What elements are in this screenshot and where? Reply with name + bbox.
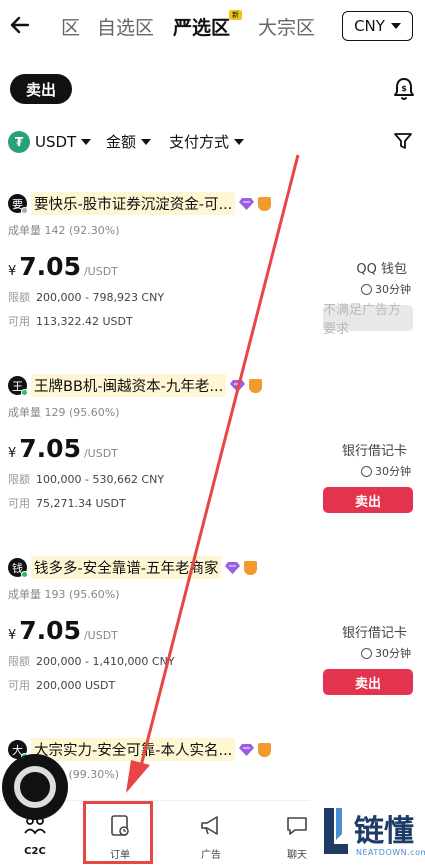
diamond-icon xyxy=(239,198,255,210)
available-amount: 可用 75,271.34 USDT xyxy=(8,497,126,510)
nav-ads-label: 广告 xyxy=(201,850,221,861)
back-arrow-icon[interactable] xyxy=(8,12,34,38)
chevron-down-icon xyxy=(141,138,152,145)
payment-method: 银行借记卡 xyxy=(341,444,407,459)
chat-icon xyxy=(287,817,307,835)
order-stats: 成单量 129 (95.60%) xyxy=(8,406,120,419)
price: ¥ 7.05 /USDT xyxy=(8,434,118,463)
coin-filter[interactable]: ₮ USDT xyxy=(8,131,92,153)
nav-c2c-label: C2C xyxy=(24,846,46,857)
funnel-icon[interactable] xyxy=(393,131,413,151)
avatar: 王 xyxy=(8,376,28,396)
payment-filter[interactable]: 支付方式 xyxy=(169,131,245,152)
top-nav: 区 自选区 严选区 新 大宗区 CNY xyxy=(0,0,425,52)
clock-icon xyxy=(361,465,372,477)
merchant-info[interactable]: 钱 钱多多-安全靠谱-五年老商家 xyxy=(8,556,258,579)
avatar: 要 xyxy=(8,194,28,214)
payment-method: QQ 钱包 xyxy=(356,262,407,277)
filter-bar: ₮ USDT 金额 支付方式 xyxy=(0,128,425,156)
order-stats: 成单量 193 (95.60%) xyxy=(8,588,120,601)
bell-icon[interactable]: $ xyxy=(392,76,416,102)
new-badge: 新 xyxy=(229,10,242,20)
sell-button[interactable]: 卖出 xyxy=(323,487,413,513)
amount-filter-label: 金额 xyxy=(106,133,137,151)
price: ¥ 7.05 /USDT xyxy=(8,616,118,645)
sell-button[interactable]: 卖出 xyxy=(323,669,413,695)
diamond-icon xyxy=(230,380,246,392)
avatar: 钱 xyxy=(8,558,28,578)
shield-icon xyxy=(258,742,272,757)
ineligible-button: 不满足广告方要求 xyxy=(323,303,413,337)
payment-time: 30分钟 xyxy=(361,463,411,479)
megaphone-icon xyxy=(201,816,218,835)
listing-card[interactable]: 钱 钱多多-安全靠谱-五年老商家 成单量 193 (95.60%) ¥ 7.05… xyxy=(0,556,425,716)
watermark-subtext: NEATDOWN.com xyxy=(356,848,425,857)
listing-card[interactable]: 要 要快乐-股市证券沉淀资金-可... 成单量 142 (92.30%) ¥ 7… xyxy=(0,192,425,352)
limit-range: 限额 200,000 - 798,923 CNY xyxy=(8,291,165,304)
merchant-info[interactable]: 王 王牌BB机-闽越资本-九年老... xyxy=(8,374,263,397)
shield-icon xyxy=(258,196,272,211)
chevron-down-icon xyxy=(81,139,92,145)
merchant-name: 大宗实力-安全可靠-本人实名... xyxy=(31,738,236,761)
svg-text:$: $ xyxy=(401,84,407,93)
watermark-logo-icon xyxy=(324,808,348,854)
sell-mode-button[interactable]: 卖出 xyxy=(10,74,72,104)
coin-filter-label: USDT xyxy=(35,133,77,151)
watermark-text: 链懂 xyxy=(354,814,414,849)
watermark: 链懂 NEATDOWN.com xyxy=(310,796,425,867)
payment-filter-label: 支付方式 xyxy=(169,133,230,151)
tether-icon: ₮ xyxy=(8,131,30,153)
limit-range: 限额 200,000 - 1,410,000 CNY xyxy=(8,655,175,668)
merchant-name: 钱多多-安全靠谱-五年老商家 xyxy=(31,556,222,579)
merchant-name: 王牌BB机-闽越资本-九年老... xyxy=(31,374,227,397)
merchant-name: 要快乐-股市证券沉淀资金-可... xyxy=(31,192,236,215)
tab-partial[interactable]: 区 xyxy=(61,13,80,40)
payment-time: 30分钟 xyxy=(361,281,411,297)
shield-icon xyxy=(249,378,263,393)
currency-select[interactable]: CNY xyxy=(342,11,413,41)
currency-value: CNY xyxy=(354,17,385,35)
payment-method: 银行借记卡 xyxy=(341,626,407,641)
clock-icon xyxy=(361,283,372,295)
available-amount: 可用 200,000 USDT xyxy=(8,679,116,692)
nav-ads[interactable]: 广告 xyxy=(176,813,246,861)
annotation-highlight-box xyxy=(83,801,153,864)
order-stats: 成单量 142 (92.30%) xyxy=(8,224,120,237)
chevron-down-icon xyxy=(390,23,401,29)
merchant-info[interactable]: 要 要快乐-股市证券沉淀资金-可... xyxy=(8,192,272,215)
limit-range: 限额 100,000 - 530,662 CNY xyxy=(8,473,165,486)
ring-icon xyxy=(14,766,56,808)
diamond-icon xyxy=(225,562,241,574)
shield-icon xyxy=(244,560,258,575)
tab-watchlist[interactable]: 自选区 xyxy=(97,13,154,40)
listing-card[interactable]: 王 王牌BB机-闽越资本-九年老... 成单量 129 (95.60%) ¥ 7… xyxy=(0,374,425,534)
floating-assistive-button[interactable] xyxy=(2,754,68,820)
price-value: 7.05 xyxy=(19,252,81,281)
tab-selected[interactable]: 严选区 xyxy=(173,13,230,40)
price-value: 7.05 xyxy=(19,616,81,645)
chevron-down-icon xyxy=(234,138,245,145)
diamond-icon xyxy=(239,744,255,756)
available-amount: 可用 113,322.42 USDT xyxy=(8,315,133,328)
payment-time: 30分钟 xyxy=(361,645,411,661)
amount-filter[interactable]: 金额 xyxy=(106,131,152,152)
price-value: 7.05 xyxy=(19,434,81,463)
price: ¥ 7.05 /USDT xyxy=(8,252,118,281)
tab-bulk[interactable]: 大宗区 xyxy=(258,13,315,40)
clock-icon xyxy=(361,647,372,659)
